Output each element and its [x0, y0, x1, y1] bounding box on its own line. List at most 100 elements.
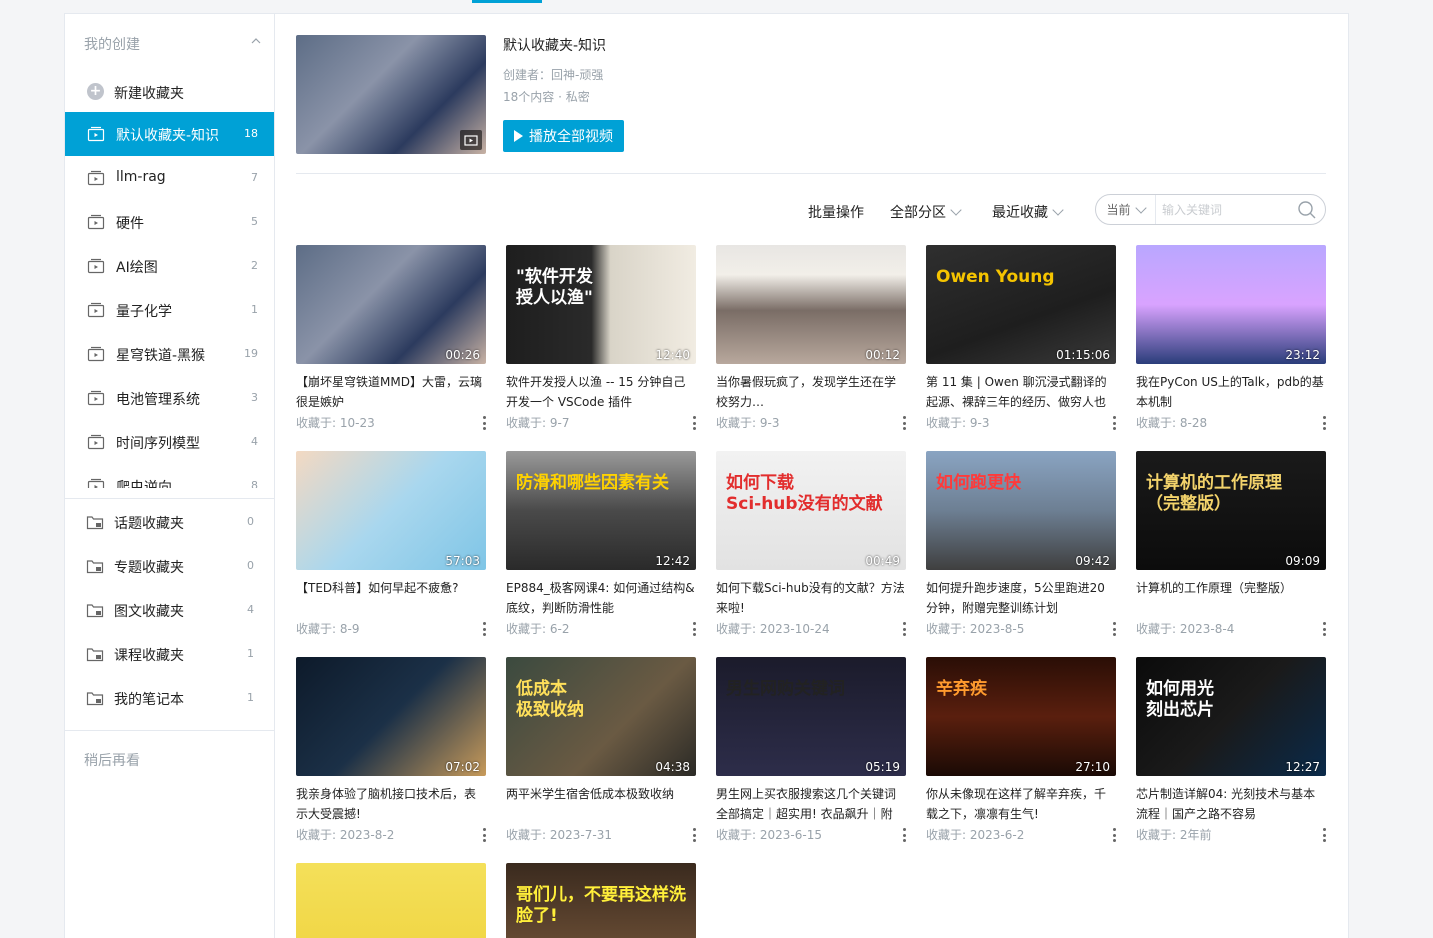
video-thumbnail[interactable]: 57:03: [296, 451, 486, 570]
sidebar-folder-item[interactable]: AI绘图 2: [65, 244, 274, 288]
video-title[interactable]: 芯片制造详解04: 光刻技术与基本流程｜国产之路不容易: [1136, 784, 1326, 824]
video-title[interactable]: 第 11 集 | Owen 聊沉浸式翻译的起源、裸辞三年的经历、做穷人也能: [926, 372, 1116, 412]
plus-circle-icon: +: [87, 83, 104, 100]
fav-date-text: 收藏于: 2023-6-15: [716, 828, 822, 842]
sort-dropdown[interactable]: 最近收藏: [992, 202, 1064, 222]
more-options-icon[interactable]: [482, 622, 486, 636]
sidebar-folder-item[interactable]: 硬件 5: [65, 200, 274, 244]
folder-count: 4: [251, 435, 258, 448]
video-title[interactable]: 如何下载Sci-hub没有的文献？方法来啦!: [716, 578, 906, 618]
video-title[interactable]: 计算机的工作原理（完整版）: [1136, 578, 1326, 618]
more-options-icon[interactable]: [692, 622, 696, 636]
sidebar-other-folder-item[interactable]: 话题收藏夹 0: [65, 500, 274, 544]
video-card[interactable]: 07:02 我亲身体验了脑机接口技术后，表示大受震撼! 收藏于: 2023-8-2: [296, 657, 486, 844]
play-all-button[interactable]: 播放全部视频: [503, 120, 624, 152]
video-title[interactable]: 【崩坏星穹铁道MMD】大雷，云璃很是嫉妒: [296, 372, 486, 412]
search-input[interactable]: [1162, 200, 1292, 219]
sidebar-folder-item[interactable]: llm-rag 7: [65, 156, 274, 200]
folder-lock-icon: [86, 514, 104, 530]
video-thumbnail[interactable]: 防滑和哪些因素有关 12:42: [506, 451, 696, 570]
video-thumbnail[interactable]: 00:12: [716, 245, 906, 364]
video-title[interactable]: EP884_极客网课4: 如何通过结构&底纹，判断防滑性能: [506, 578, 696, 618]
video-thumbnail[interactable]: 辛弃疾 27:10: [926, 657, 1116, 776]
sidebar-folder-item[interactable]: 爬虫逆向 8: [65, 464, 274, 488]
sidebar-folder-item[interactable]: 时间序列模型 4: [65, 420, 274, 464]
video-thumbnail[interactable]: 男生网购关键词 05:19: [716, 657, 906, 776]
sidebar-other-folder-item[interactable]: 我的笔记本 1: [65, 676, 274, 720]
video-card[interactable]: 防滑和哪些因素有关 12:42 EP884_极客网课4: 如何通过结构&底纹，判断防…: [506, 451, 696, 638]
more-options-icon[interactable]: [902, 828, 906, 842]
more-options-icon[interactable]: [482, 416, 486, 430]
video-title[interactable]: 软件开发授人以渔 -- 15 分钟自己开发一个 VSCode 插件: [506, 372, 696, 412]
video-card[interactable]: 辛弃疾 27:10 你从未像现在这样了解辛弃疾，千载之下，凛凛有生气! 收藏于: 20…: [926, 657, 1116, 844]
video-title[interactable]: 男生网上买衣服搜索这几个关键词 全部搞定｜超实用! 衣品飙升｜附: [716, 784, 906, 824]
video-card[interactable]: 如何下载 Sci-hub没有的文献 00:49 如何下载Sci-hub没有的文献？方…: [716, 451, 906, 638]
more-options-icon[interactable]: [482, 828, 486, 842]
batch-operation-button[interactable]: 批量操作: [808, 202, 864, 222]
video-card[interactable]: Owen Young 01:15:06 第 11 集 | Owen 聊沉浸式翻译的起…: [926, 245, 1116, 432]
sidebar-folder-item[interactable]: 电池管理系统 3: [65, 376, 274, 420]
search-scope-label: 当前: [1106, 203, 1131, 217]
more-options-icon[interactable]: [902, 416, 906, 430]
video-duration: 04:38: [655, 760, 690, 774]
video-card[interactable]: 00:26 【崩坏星穹铁道MMD】大雷，云璃很是嫉妒 收藏于: 10-23: [296, 245, 486, 432]
video-title[interactable]: 你从未像现在这样了解辛弃疾，千载之下，凛凛有生气!: [926, 784, 1116, 824]
more-options-icon[interactable]: [1112, 828, 1116, 842]
more-options-icon[interactable]: [692, 416, 696, 430]
video-thumbnail[interactable]: Owen Young 01:15:06: [926, 245, 1116, 364]
more-options-icon[interactable]: [1322, 416, 1326, 430]
video-card[interactable]: [296, 863, 486, 938]
search-scope-dropdown[interactable]: 当前: [1096, 195, 1156, 224]
more-options-icon[interactable]: [1112, 416, 1116, 430]
video-card[interactable]: 如何用光 刻出芯片 12:27 芯片制造详解04: 光刻技术与基本流程｜国产之路不容…: [1136, 657, 1326, 844]
search-icon[interactable]: [1297, 200, 1317, 220]
video-title[interactable]: 如何提升跑步速度，5公里跑进20分钟，附赠完整训练计划: [926, 578, 1116, 618]
more-options-icon[interactable]: [1112, 622, 1116, 636]
sidebar-other-folder-item[interactable]: 课程收藏夹 1: [65, 632, 274, 676]
video-thumbnail[interactable]: [296, 863, 486, 938]
folder-count: 8: [251, 479, 258, 488]
more-options-icon[interactable]: [1322, 828, 1326, 842]
folder-name: 我的笔记本: [114, 692, 184, 708]
folder-cover-image[interactable]: [296, 35, 486, 154]
zone-filter-dropdown[interactable]: 全部分区: [890, 202, 962, 222]
video-card[interactable]: "软件开发 授人以渔" 12:40 软件开发授人以渔 -- 15 分钟自己开发一个 …: [506, 245, 696, 432]
video-thumbnail[interactable]: 如何用光 刻出芯片 12:27: [1136, 657, 1326, 776]
video-card[interactable]: 00:12 当你暑假玩疯了，发现学生还在学校努力… 收藏于: 9-3: [716, 245, 906, 432]
more-options-icon[interactable]: [692, 828, 696, 842]
chevron-up-icon[interactable]: [251, 36, 261, 46]
video-title[interactable]: 【TED科普】如何早起不疲惫?: [296, 578, 486, 618]
video-card[interactable]: 57:03 【TED科普】如何早起不疲惫? 收藏于: 8-9: [296, 451, 486, 638]
video-title[interactable]: 我在PyCon US上的Talk，pdb的基本机制: [1136, 372, 1326, 412]
fav-date-text: 收藏于: 2023-7-31: [506, 828, 612, 842]
video-thumbnail[interactable]: 如何跑更快 09:42: [926, 451, 1116, 570]
folder-creator[interactable]: 创建者：回神-顽强: [503, 66, 603, 83]
sidebar-folder-item[interactable]: 星穹铁道-黑猴 19: [65, 332, 274, 376]
sidebar-folder-item[interactable]: 量子化学 1: [65, 288, 274, 332]
video-card[interactable]: 如何跑更快 09:42 如何提升跑步速度，5公里跑进20分钟，附赠完整训练计划 收藏于…: [926, 451, 1116, 638]
video-card[interactable]: 哥们儿，不要再这样洗脸了!: [506, 863, 696, 938]
more-options-icon[interactable]: [1322, 622, 1326, 636]
my-created-header[interactable]: 我的创建: [65, 14, 275, 68]
video-card[interactable]: 23:12 我在PyCon US上的Talk，pdb的基本机制 收藏于: 8-28: [1136, 245, 1326, 432]
video-thumbnail[interactable]: 23:12: [1136, 245, 1326, 364]
video-thumbnail[interactable]: "软件开发 授人以渔" 12:40: [506, 245, 696, 364]
video-title[interactable]: 我亲身体验了脑机接口技术后，表示大受震撼!: [296, 784, 486, 824]
video-thumbnail[interactable]: 00:26: [296, 245, 486, 364]
more-options-icon[interactable]: [902, 622, 906, 636]
sidebar-other-folder-item[interactable]: 专题收藏夹 0: [65, 544, 274, 588]
watch-later-link[interactable]: 稍后再看: [84, 750, 140, 770]
sidebar-other-folder-item[interactable]: 图文收藏夹 4: [65, 588, 274, 632]
video-thumbnail[interactable]: 计算机的工作原理 （完整版） 09:09: [1136, 451, 1326, 570]
video-title[interactable]: 两平米学生宿舍低成本极致收纳: [506, 784, 696, 824]
video-card[interactable]: 低成本 极致收纳 04:38 两平米学生宿舍低成本极致收纳收藏于: 2023-7-3…: [506, 657, 696, 844]
video-title[interactable]: 当你暑假玩疯了，发现学生还在学校努力…: [716, 372, 906, 412]
video-thumbnail[interactable]: 低成本 极致收纳 04:38: [506, 657, 696, 776]
video-card[interactable]: 男生网购关键词 05:19 男生网上买衣服搜索这几个关键词 全部搞定｜超实用! 衣品…: [716, 657, 906, 844]
video-thumbnail[interactable]: 哥们儿，不要再这样洗脸了!: [506, 863, 696, 938]
video-thumbnail[interactable]: 如何下载 Sci-hub没有的文献 00:49: [716, 451, 906, 570]
video-card[interactable]: 计算机的工作原理 （完整版） 09:09 计算机的工作原理（完整版） 收藏于: 202…: [1136, 451, 1326, 638]
folder-name: 爬虫逆向: [116, 480, 172, 488]
video-thumbnail[interactable]: 07:02: [296, 657, 486, 776]
sidebar-folder-item[interactable]: 默认收藏夹-知识 18: [65, 112, 274, 156]
